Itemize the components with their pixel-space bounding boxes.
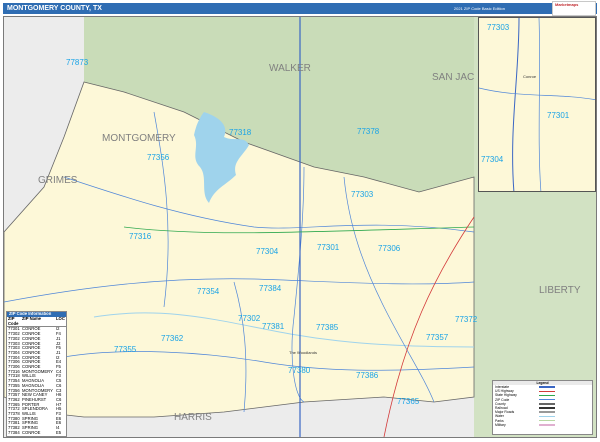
legend-swatch <box>539 411 555 413</box>
legend-swatch <box>539 419 555 422</box>
zip-label: 77357 <box>426 333 449 342</box>
zip-label: 77378 <box>357 127 380 136</box>
zip-label: 77302 <box>238 314 261 323</box>
legend-swatch <box>539 398 555 401</box>
zip-label: 77306 <box>378 244 401 253</box>
zip-table-cell: 77385 <box>7 435 22 436</box>
title-bar: MONTGOMERY COUNTY, TX 2021 ZIP Code Basi… <box>3 3 597 14</box>
inset-background <box>479 18 595 191</box>
zip-label: 77384 <box>259 284 282 293</box>
zip-label: 77303 <box>351 190 374 199</box>
map-poster: MONTGOMERY COUNTY, TX 2021 ZIP Code Basi… <box>0 0 600 441</box>
legend-swatch <box>539 424 555 426</box>
zip-label: 77318 <box>229 128 252 137</box>
county-label-harris: HARRIS <box>174 412 212 423</box>
legend-swatch <box>539 403 555 405</box>
legend-swatch <box>539 394 555 397</box>
zip-table-header-cell: LOC <box>56 316 65 321</box>
legend-item: Military <box>493 423 592 427</box>
zip-label: 77356 <box>147 153 170 162</box>
zip-locator-table: ZIP Code Information Locator ZIP Code ZI… <box>6 311 67 437</box>
legend-swatch <box>539 407 555 409</box>
county-label-liberty: LIBERTY <box>539 285 581 296</box>
zip-table-body: 77301 CONROE I2 77302 CONROE F4 77302 CONROE J1 7… <box>7 327 66 436</box>
county-label-grimes: GRIMES <box>38 175 78 186</box>
zip-label: 77362 <box>161 334 184 343</box>
county-label-sanjac: SAN JAC <box>432 72 474 83</box>
logo-text: Marketmaps <box>555 2 579 7</box>
publisher-logo: Marketmaps <box>552 1 596 16</box>
map-legend: Legend Interstate US Highway State Highway… <box>492 380 593 435</box>
zip-label: 77301 <box>317 243 340 252</box>
zip-label: 77316 <box>129 232 152 241</box>
zip-label: 77385 <box>316 323 339 332</box>
place-label: The Woodlands <box>289 350 317 355</box>
zip-label: 77372 <box>455 315 478 324</box>
inset-zip-label: 77303 <box>487 23 510 32</box>
zip-table-header-cell: ZIP Name <box>22 316 42 321</box>
zip-label: 77873 <box>66 58 89 67</box>
edition-label: 2021 ZIP Code Basic Edition <box>453 6 505 11</box>
zip-label: 77354 <box>197 287 220 296</box>
inset-place-label: Conroe <box>523 74 537 79</box>
county-label-walker: WALKER <box>269 63 311 74</box>
inset-map[interactable]: 77303 77301 77304 Conroe <box>478 17 596 192</box>
legend-items: Interstate US Highway State Highway ZIP Cod… <box>493 385 592 427</box>
zip-table-row: 77385CONROEF5 <box>7 435 66 436</box>
legend-swatch <box>539 390 555 393</box>
county-label-montgomery: MONTGOMERY <box>102 133 176 144</box>
legend-swatch <box>539 386 555 388</box>
zip-label: 77365 <box>397 397 420 406</box>
zip-label: 77355 <box>114 345 137 354</box>
inset-svg: 77303 77301 77304 Conroe <box>479 18 595 191</box>
zip-label: 77380 <box>288 366 311 375</box>
map-title: MONTGOMERY COUNTY, TX <box>7 5 102 12</box>
legend-item-label: Military <box>495 422 506 427</box>
zip-label: 77304 <box>256 247 279 256</box>
zip-table-cell: F5 <box>56 435 66 436</box>
zip-label: 77386 <box>356 371 379 380</box>
zip-table-cell: CONROE <box>22 435 56 436</box>
inset-zip-label: 77304 <box>481 155 504 164</box>
zip-table-header-cell: ZIP Code <box>8 316 19 326</box>
zip-label: 77381 <box>262 322 285 331</box>
inset-zip-label: 77301 <box>547 111 570 120</box>
legend-swatch <box>539 415 555 418</box>
